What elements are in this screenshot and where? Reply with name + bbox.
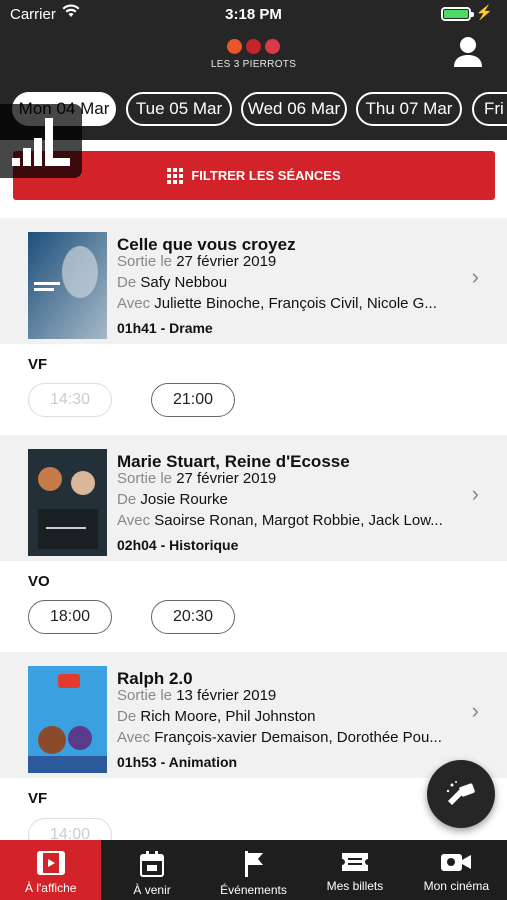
- showtime-button[interactable]: 21:00: [151, 383, 235, 417]
- version-label: VO: [28, 573, 50, 590]
- clock: 3:18 PM: [225, 6, 282, 23]
- tab-label: Événements: [220, 883, 287, 897]
- date-pill[interactable]: Wed 06 Mar: [241, 92, 347, 126]
- film-title: Ralph 2.0: [117, 669, 193, 688]
- film-director: De Rich Moore, Phil Johnston: [117, 708, 316, 725]
- tab-label: À venir: [133, 883, 171, 897]
- film-release: Sortie le 13 février 2019: [117, 687, 277, 704]
- battery-icon: [441, 7, 474, 21]
- camera-icon: [441, 854, 472, 871]
- logo-dot-icon: [227, 38, 242, 54]
- tab-a-l-affiche[interactable]: À l'affiche: [0, 840, 102, 900]
- film-director: De Josie Rourke: [117, 491, 228, 508]
- brand-logo: LES 3 PIERROTS: [0, 36, 507, 70]
- chevron-right-icon: ›: [471, 698, 479, 723]
- flag-icon: [244, 851, 263, 877]
- grid-icon: [167, 167, 184, 184]
- filter-sessions-button[interactable]: FILTRER LES SÉANCES: [13, 151, 495, 200]
- film-cast: Avec François-xavier Demaison, Dorothée …: [117, 729, 442, 746]
- tab-label: À l'affiche: [24, 881, 77, 895]
- calendar-icon: [140, 851, 165, 877]
- film-card[interactable]: Ralph 2.0 Sortie le 13 février 2019 De R…: [0, 652, 507, 778]
- filter-button-label: FILTRER LES SÉANCES: [191, 168, 341, 183]
- film-director: De Safy Nebbou: [117, 274, 228, 291]
- loading-overlay: [0, 104, 82, 178]
- charging-icon: ⚡: [475, 4, 493, 20]
- signal-loading-icon: [12, 118, 70, 166]
- brand-name: LES 3 PIERROTS: [210, 59, 297, 70]
- film-release: Sortie le 27 février 2019: [117, 470, 277, 487]
- film-title: Celle que vous croyez: [117, 235, 296, 254]
- logo-dot-icon: [246, 38, 261, 54]
- tab-a-venir[interactable]: À venir: [101, 840, 202, 900]
- showtime-button: 14:30: [28, 383, 112, 417]
- film-duration-genre: 02h04 - Historique: [117, 537, 239, 553]
- status-bar: Carrier 3:18 PM ⚡: [0, 0, 507, 30]
- film-card[interactable]: Marie Stuart, Reine d'Ecosse Sortie le 2…: [0, 435, 507, 561]
- tab-label: Mes billets: [326, 879, 384, 893]
- quick-booking-fab[interactable]: [427, 760, 495, 828]
- film-poster-image: [28, 232, 107, 339]
- film-title: Marie Stuart, Reine d'Ecosse: [117, 452, 350, 471]
- tab-mon-cinema[interactable]: Mon cinéma: [406, 840, 507, 900]
- battery-level: [444, 10, 468, 18]
- tab-evenements[interactable]: Événements: [203, 840, 304, 900]
- film-release: Sortie le 27 février 2019: [117, 253, 277, 270]
- date-pill[interactable]: Thu 07 Mar: [356, 92, 462, 126]
- film-duration-genre: 01h41 - Drame: [117, 320, 213, 336]
- film-duration-genre: 01h53 - Animation: [117, 754, 238, 770]
- film-poster-image: [28, 666, 107, 773]
- version-label: VF: [28, 356, 48, 373]
- tab-label: Mon cinéma: [423, 879, 490, 893]
- tab-mes-billets[interactable]: Mes billets: [304, 840, 405, 900]
- date-pill[interactable]: Tue 05 Mar: [126, 92, 232, 126]
- bottom-tab-bar: À l'affiche À venir Événements Mes bille…: [0, 840, 507, 900]
- chevron-right-icon: ›: [471, 264, 479, 289]
- date-pill[interactable]: Fri: [472, 92, 507, 126]
- film-cast: Avec Saoirse Ronan, Margot Robbie, Jack …: [117, 512, 443, 529]
- showtime-button[interactable]: 18:00: [28, 600, 112, 634]
- user-account-icon[interactable]: [453, 36, 483, 68]
- logo-dot-icon: [265, 38, 280, 54]
- ticket-wand-icon: [446, 781, 475, 805]
- chevron-right-icon: ›: [471, 481, 479, 506]
- film-card[interactable]: Celle que vous croyez Sortie le 27 févri…: [0, 218, 507, 344]
- film-cast: Avec Juliette Binoche, François Civil, N…: [117, 295, 437, 312]
- film-icon: [36, 851, 65, 875]
- film-poster-image: [28, 449, 107, 556]
- ticket-icon: [341, 853, 368, 871]
- version-label: VF: [28, 790, 48, 807]
- showtime-button[interactable]: 20:30: [151, 600, 235, 634]
